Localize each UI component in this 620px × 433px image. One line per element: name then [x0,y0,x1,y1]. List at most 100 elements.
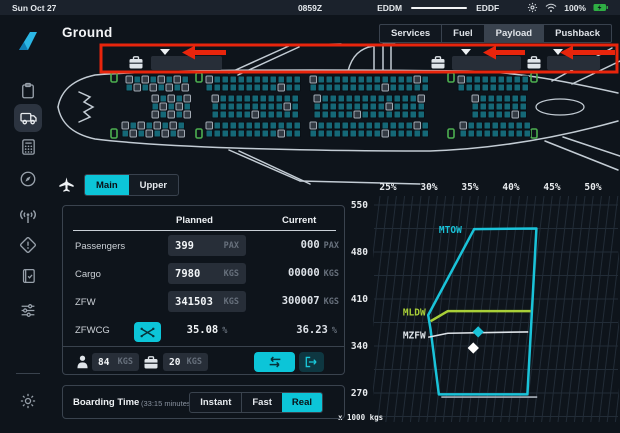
seat[interactable] [490,84,497,91]
seat[interactable] [520,111,527,118]
seat[interactable] [516,122,523,129]
passengers-planned-input[interactable]: 399 PAX [168,235,246,256]
seat[interactable] [212,95,219,102]
seat[interactable] [278,122,285,129]
seat[interactable] [492,122,499,129]
seat[interactable] [482,84,489,91]
seat[interactable] [506,76,513,83]
seat[interactable] [406,76,413,83]
seat[interactable] [406,130,413,137]
zfwcg-shuffle-button[interactable] [134,322,161,342]
seat[interactable] [414,122,421,129]
seat[interactable] [286,84,293,91]
seat[interactable] [402,103,409,110]
seat[interactable] [182,84,189,91]
seat[interactable] [130,122,137,129]
seat[interactable] [472,95,479,102]
seat[interactable] [354,103,361,110]
seat[interactable] [504,103,511,110]
seat[interactable] [166,76,173,83]
seat[interactable] [276,95,283,102]
seat[interactable] [154,130,161,137]
seat[interactable] [230,84,237,91]
seat[interactable] [500,130,507,137]
seat[interactable] [406,84,413,91]
seat[interactable] [472,111,479,118]
sidebar-item-checklist[interactable] [14,262,42,290]
seat[interactable] [322,111,329,118]
seat[interactable] [410,111,417,118]
seat[interactable] [158,84,165,91]
seat[interactable] [244,103,251,110]
seat[interactable] [422,130,429,137]
seat[interactable] [152,111,159,118]
seat[interactable] [480,103,487,110]
seat[interactable] [322,103,329,110]
seat[interactable] [390,76,397,83]
seat[interactable] [220,111,227,118]
seat[interactable] [178,130,185,137]
seat[interactable] [318,76,325,83]
seat[interactable] [314,95,321,102]
sidebar-item-sliders[interactable] [14,296,42,324]
seat[interactable] [390,130,397,137]
seat[interactable] [276,103,283,110]
seat[interactable] [284,111,291,118]
seat[interactable] [252,103,259,110]
seat[interactable] [330,111,337,118]
seat[interactable] [386,95,393,102]
seat[interactable] [386,103,393,110]
seat[interactable] [222,122,229,129]
seat[interactable] [178,122,185,129]
seat[interactable] [238,122,245,129]
seat[interactable] [326,130,333,137]
sidebar-item-compass[interactable] [14,165,42,193]
seat[interactable] [286,122,293,129]
seat[interactable] [228,103,235,110]
seat[interactable] [488,111,495,118]
seat[interactable] [246,76,253,83]
seat[interactable] [504,111,511,118]
seat[interactable] [278,84,285,91]
seat[interactable] [314,103,321,110]
seat[interactable] [318,84,325,91]
seat[interactable] [276,111,283,118]
seat[interactable] [162,122,169,129]
seat[interactable] [342,76,349,83]
seat[interactable] [292,95,299,102]
seat[interactable] [246,130,253,137]
seat[interactable] [422,84,429,91]
seat[interactable] [370,95,377,102]
seat[interactable] [236,95,243,102]
seat[interactable] [522,76,529,83]
seat[interactable] [286,130,293,137]
seat[interactable] [228,95,235,102]
seat[interactable] [410,95,417,102]
seat[interactable] [406,122,413,129]
seat[interactable] [382,130,389,137]
seat[interactable] [418,103,425,110]
seat[interactable] [214,130,221,137]
seat[interactable] [500,122,507,129]
seat[interactable] [160,95,167,102]
seat[interactable] [254,130,261,137]
seat[interactable] [206,84,213,91]
seat[interactable] [294,76,301,83]
per-pax-weight-input[interactable]: 84 KGS [92,353,139,371]
seat[interactable] [236,111,243,118]
seat[interactable] [152,95,159,102]
seat[interactable] [126,84,133,91]
seat[interactable] [374,130,381,137]
seat[interactable] [350,122,357,129]
seat[interactable] [418,95,425,102]
seat[interactable] [358,130,365,137]
seat[interactable] [524,130,531,137]
seat[interactable] [244,111,251,118]
seat[interactable] [422,76,429,83]
seat[interactable] [394,103,401,110]
seat[interactable] [326,84,333,91]
seat[interactable] [176,111,183,118]
seat[interactable] [330,103,337,110]
seat[interactable] [476,122,483,129]
sidebar-item-ground-vehicle[interactable] [14,104,42,132]
